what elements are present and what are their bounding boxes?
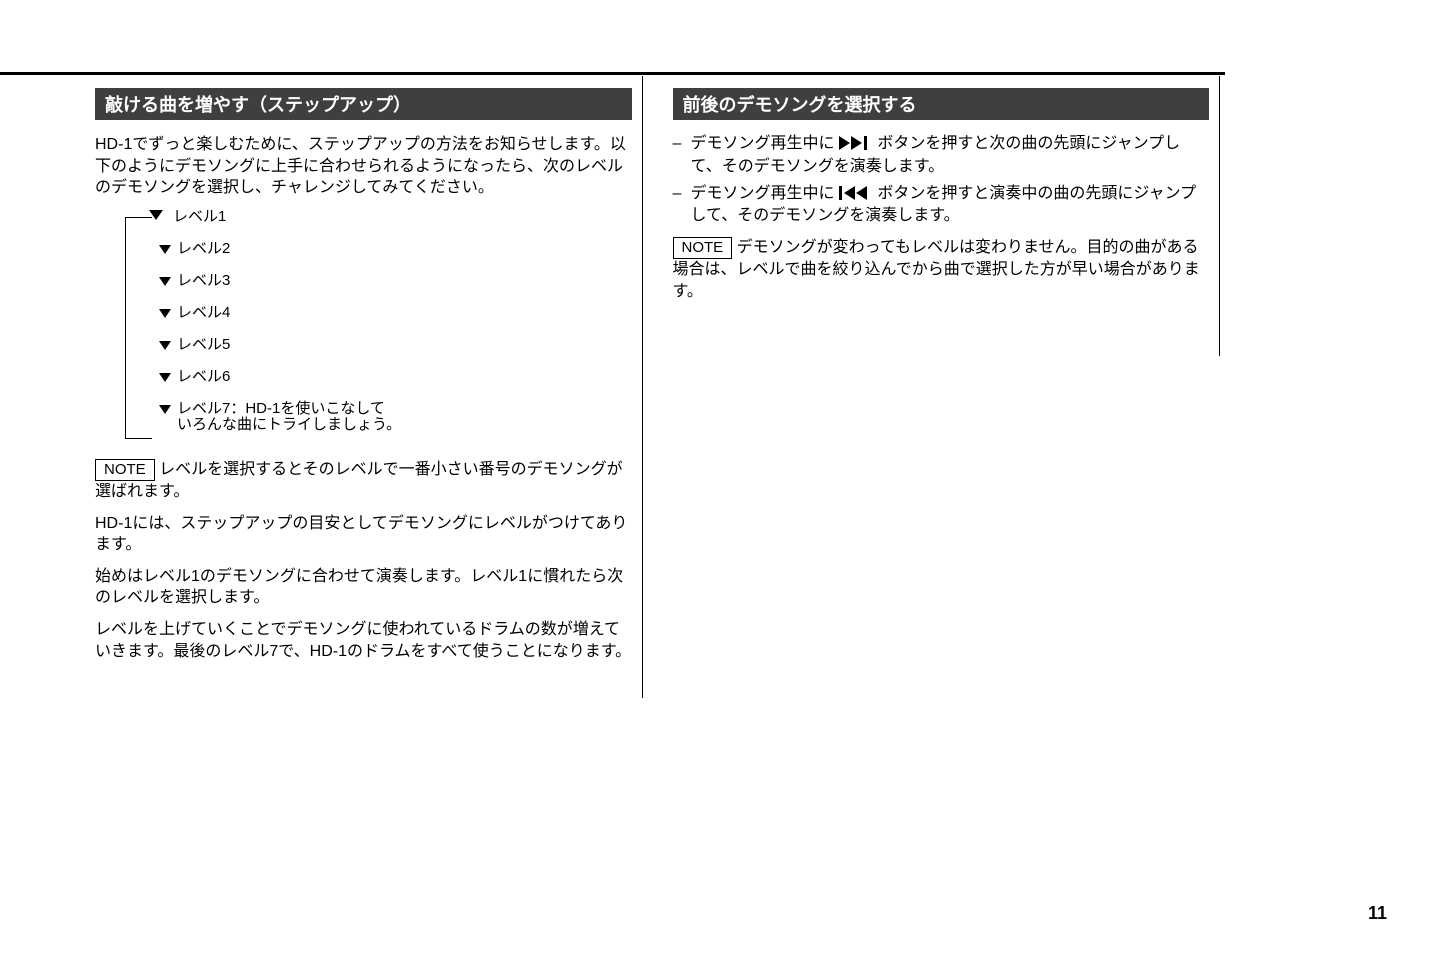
- left-intro: HD-1でずっと楽しむために、ステップアップの方法をお知らせします。以下のように…: [95, 134, 632, 199]
- chevron-down-icon: [159, 277, 171, 286]
- note-label: NOTE: [673, 237, 733, 259]
- left-para-1: HD-1には、ステップアップの目安としてデモソングにレベルがつけてあります。: [95, 513, 632, 556]
- skip-backward-icon: [839, 186, 873, 207]
- left-para-2: 始めはレベル1のデモソングに合わせて演奏します。レベル1に慣れたら次のレベルを選…: [95, 566, 632, 609]
- left-para-3: レベルを上げていくことでデモソングに使われているドラムの数が増えていきます。最後…: [95, 619, 632, 662]
- right-bullet-1: – デモソング再生中に ボタンを押すと次の曲の先頭にジャンプして、そのデモソング…: [673, 134, 1210, 178]
- right-note: NOTE デモソングが変わってもレベルは変わりません。目的の曲がある場合は、レベ…: [673, 237, 1210, 302]
- left-note: NOTE レベルを選択するとそのレベルで一番小さい番号のデモソングが選ばれます。: [95, 459, 632, 503]
- flow-item: レベル7：HD-1を使いこなして いろんな曲にトライしましょう。: [177, 401, 401, 431]
- page-top-rule: [0, 72, 1225, 75]
- note-label: NOTE: [95, 459, 155, 481]
- loop-arrowhead-icon: [149, 210, 163, 222]
- flow-item: レベル3: [177, 273, 230, 290]
- skip-forward-icon: [839, 136, 873, 157]
- right-section-header: 前後のデモソングを選択する: [673, 88, 1210, 120]
- flow-item: レベル1: [173, 209, 226, 226]
- chevron-down-icon: [159, 373, 171, 382]
- right-bullet-2: – デモソング再生中に ボタンを押すと演奏中の曲の先頭にジャンプして、そのデモソ…: [673, 184, 1210, 228]
- chevron-down-icon: [159, 245, 171, 254]
- left-column: 敲ける曲を増やす（ステップアップ） HD-1でずっと楽しむために、ステップアップ…: [95, 76, 643, 698]
- chevron-down-icon: [159, 341, 171, 350]
- level-flow: レベル1 レベル2 レベル3: [125, 209, 632, 445]
- chevron-down-icon: [159, 309, 171, 318]
- flow-item: レベル4: [177, 305, 230, 322]
- flow-item: レベル6: [177, 369, 230, 386]
- flow-item: レベル5: [177, 337, 230, 354]
- right-column: 前後のデモソングを選択する – デモソング再生中に ボタンを押すと次の曲の先頭に…: [673, 76, 1221, 356]
- flow-item: レベル2: [177, 241, 230, 258]
- left-section-header: 敲ける曲を増やす（ステップアップ）: [95, 88, 632, 120]
- page-number: 11: [1368, 903, 1387, 924]
- chevron-down-icon: [159, 405, 171, 414]
